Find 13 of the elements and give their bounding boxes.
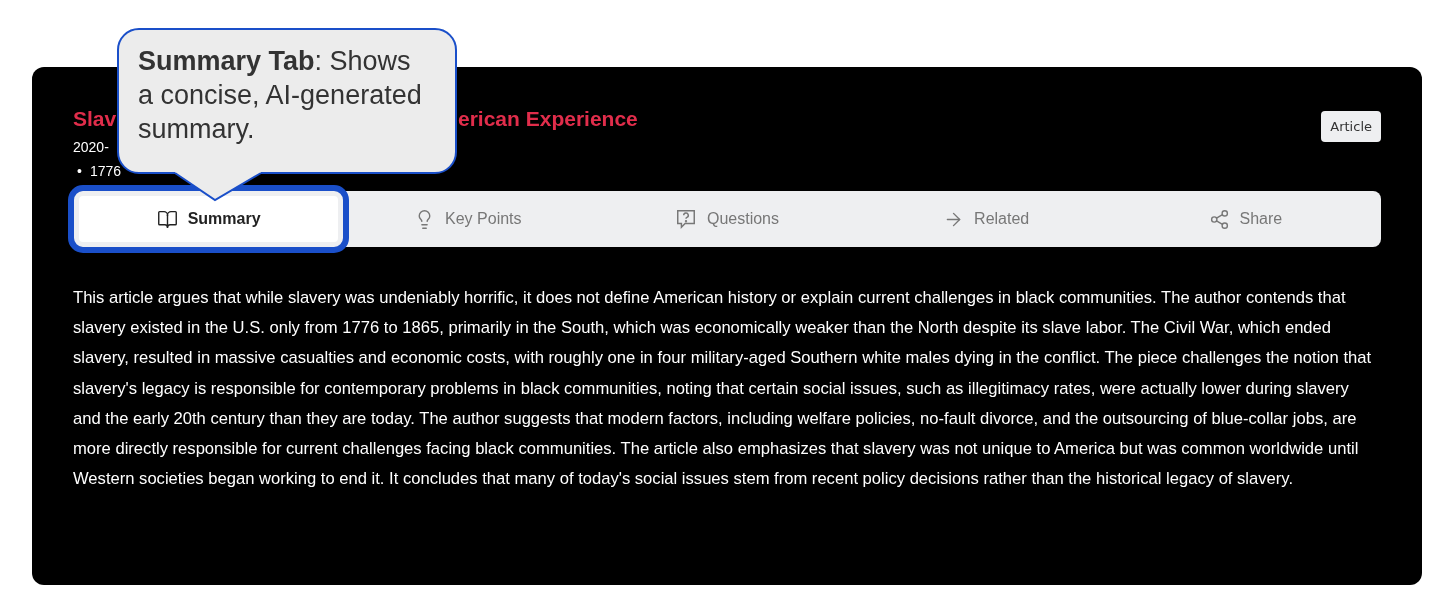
article-title: erican Experience	[458, 107, 638, 131]
tab[interactable]: Related	[856, 196, 1116, 242]
article-title: Slav	[73, 107, 118, 131]
question-icon	[674, 208, 697, 230]
article-date: 2020-	[73, 139, 110, 155]
tab[interactable]: Key Points	[338, 196, 598, 242]
tab[interactable]: Questions	[597, 196, 857, 242]
summary-text: This article argues that while slavery was undeniably horrific, it does not define American history or explain current challenges in black communities. The author contends that slavery existed in the U.S. only from 1776 to 1865, primarily in the South, which was economically weaker than the North despite its slave labor. The Civil War, which ended slavery, resulted in massive casualties and economic costs, with roughly one in four military-aged Southern white males dying in the conflict. The piece challenges the notion that slavery's legacy is responsible for contemporary problems in black communities, noting that certain social issues, such as illegitimacy rates, were actually lower during slavery and the early 20th century than they are today. The author suggests that modern factors, including welfare policies, no-fault divorce, and the outsourcing of blue-collar jobs, are more directly responsible for current challenges facing black communities. The article also emphasizes that slavery was not unique to America but was common worldwide until Western societies began working to end it. It concludes that many of today's social issues stem from recent policy decisions rather than the historical legacy of slavery.	[73, 287, 1373, 491]
type-badge: Article	[1321, 111, 1381, 142]
tab[interactable]: Share	[1115, 196, 1375, 242]
book-icon	[156, 208, 178, 230]
bullet-mark: •	[77, 163, 82, 179]
share-icon	[1208, 208, 1230, 230]
